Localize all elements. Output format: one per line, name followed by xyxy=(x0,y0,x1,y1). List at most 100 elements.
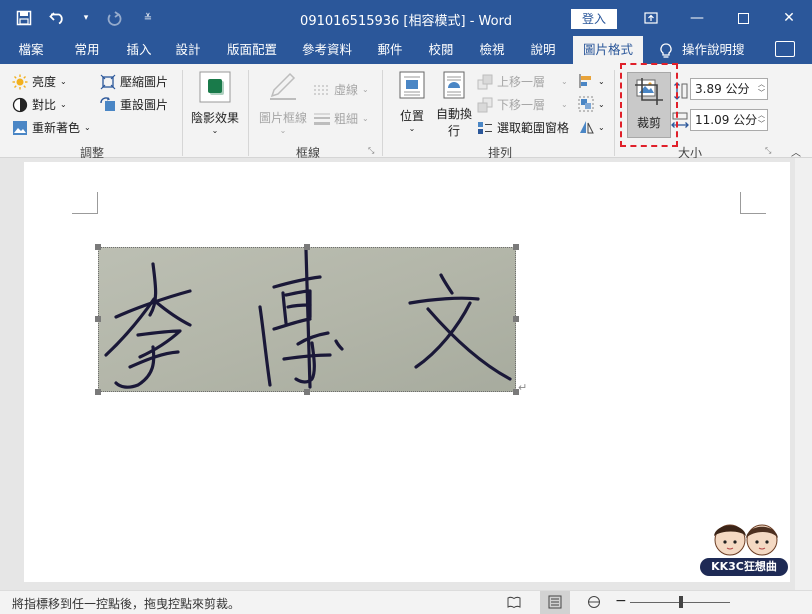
redo-icon xyxy=(104,8,124,28)
title-bar: ▾ ≚ 091016515936 [相容模式] - Word 登入 — ✕ xyxy=(0,0,812,36)
resize-handle-l[interactable] xyxy=(95,316,101,322)
crop-highlight-frame xyxy=(620,63,678,147)
compress-label: 壓縮圖片 xyxy=(120,75,169,89)
contrast-button[interactable]: 對比 ⌄ xyxy=(12,96,67,113)
print-layout-button[interactable] xyxy=(540,591,570,614)
undo-dropdown-icon[interactable]: ▾ xyxy=(82,8,90,28)
height-spinner[interactable]: ︿ ﹀ xyxy=(758,80,765,98)
zoom-out-button[interactable]: − xyxy=(615,593,627,609)
recolor-button[interactable]: 重新著色 ⌄ xyxy=(12,119,91,136)
pencil-icon xyxy=(266,70,300,105)
position-icon xyxy=(398,70,426,103)
tell-me-box[interactable]: 操作說明搜 xyxy=(660,36,745,64)
ribbon-display-options-icon[interactable] xyxy=(628,0,674,36)
watermark-logo: KK3C狂想曲 xyxy=(700,524,788,580)
dashes-label: 虛線 xyxy=(334,83,359,97)
height-input[interactable]: 3.89 公分 ︿ ﹀ xyxy=(690,78,768,100)
weight-icon xyxy=(314,111,330,127)
customize-qat-icon[interactable]: ≚ xyxy=(138,8,158,28)
tab-layout[interactable]: 版面配置 xyxy=(219,36,285,64)
height-value: 3.89 公分 xyxy=(695,82,750,96)
tab-mailings[interactable]: 郵件 xyxy=(365,36,415,64)
resize-handle-bl[interactable] xyxy=(95,389,101,395)
width-spinner[interactable]: ︿ ﹀ xyxy=(758,111,765,129)
resize-handle-t[interactable] xyxy=(304,244,310,250)
document-page: ↵ KK3C狂想曲 xyxy=(24,162,790,582)
quick-access-toolbar: ▾ ≚ xyxy=(14,8,158,28)
comments-icon[interactable] xyxy=(775,41,795,57)
brightness-label: 亮度 xyxy=(32,75,57,89)
watermark-text: KK3C狂想曲 xyxy=(700,558,788,576)
shadow-effects-label: 陰影效果 xyxy=(190,111,239,125)
weight-button: 粗細 ⌄ xyxy=(314,110,369,127)
width-value: 11.09 公分 xyxy=(695,113,758,127)
tab-design[interactable]: 設計 xyxy=(163,36,213,64)
group-button[interactable]: ⌄ xyxy=(578,96,605,112)
position-label: 位置 xyxy=(399,109,424,123)
border-launcher-icon[interactable]: ⤡ xyxy=(368,146,374,156)
dashes-button: 虛線 ⌄ xyxy=(314,81,369,98)
picture-border-button: 圖片框線 ⌄ xyxy=(256,70,310,135)
save-icon[interactable] xyxy=(14,8,34,28)
compress-pictures-button[interactable]: 壓縮圖片 xyxy=(100,73,168,90)
document-area: ↵ KK3C狂想曲 xyxy=(0,158,812,590)
align-icon xyxy=(578,73,594,89)
recolor-icon xyxy=(12,120,28,136)
resize-handle-tr[interactable] xyxy=(513,244,519,250)
width-input[interactable]: 11.09 公分 ︿ ﹀ xyxy=(690,109,768,131)
reset-picture-button[interactable]: 重設圖片 xyxy=(100,96,168,113)
collapse-ribbon-icon[interactable]: ︿ xyxy=(791,144,801,159)
tab-insert[interactable]: 插入 xyxy=(114,36,164,64)
margin-corner-right xyxy=(740,192,766,214)
send-backward-button: 下移一層 ⌄ xyxy=(477,96,568,113)
close-icon[interactable]: ✕ xyxy=(766,0,812,36)
contrast-label: 對比 xyxy=(32,98,57,112)
recolor-label: 重新著色 xyxy=(32,121,81,135)
lightbulb-icon xyxy=(660,36,672,64)
selection-pane-icon xyxy=(477,120,493,136)
sun-icon xyxy=(12,74,28,90)
resize-handle-tl[interactable] xyxy=(95,244,101,250)
send-backward-label: 下移一層 xyxy=(497,98,546,112)
margin-corner-left xyxy=(72,192,98,214)
send-backward-icon xyxy=(477,97,493,113)
undo-icon[interactable] xyxy=(48,8,68,28)
wrap-text-button[interactable]: 自動換 行 xyxy=(432,70,476,139)
align-button[interactable]: ⌄ xyxy=(578,73,605,89)
tab-review[interactable]: 校閱 xyxy=(416,36,466,64)
resize-handle-r[interactable] xyxy=(513,316,519,322)
selection-border xyxy=(98,247,516,392)
shadow-effects-button[interactable]: 陰影效果 ⌄ xyxy=(188,70,242,135)
wrap-text-icon xyxy=(440,70,468,103)
tab-references[interactable]: 參考資料 xyxy=(294,36,360,64)
rotate-button[interactable]: ⌄ xyxy=(578,119,605,135)
reset-picture-label: 重設圖片 xyxy=(120,98,169,112)
vertical-scrollbar[interactable] xyxy=(795,158,812,590)
picture-border-label: 圖片框線 xyxy=(258,111,307,125)
selection-pane-button[interactable]: 選取範圍窗格 xyxy=(477,119,569,136)
dashes-icon xyxy=(314,82,330,98)
read-mode-icon[interactable] xyxy=(507,595,521,612)
signature-image[interactable]: ↵ xyxy=(95,244,527,395)
rotate-icon xyxy=(578,119,594,135)
weight-label: 粗細 xyxy=(334,112,359,126)
zoom-slider-thumb[interactable] xyxy=(679,596,683,608)
status-bar: 將指標移到任一控點後，拖曳控點來剪裁。 − xyxy=(0,590,812,614)
tab-view[interactable]: 檢視 xyxy=(467,36,517,64)
tab-home[interactable]: 常用 xyxy=(62,36,112,64)
web-layout-icon[interactable] xyxy=(587,595,601,612)
size-launcher-icon[interactable]: ⤡ xyxy=(765,146,771,156)
status-message: 將指標移到任一控點後，拖曳控點來剪裁。 xyxy=(12,597,241,611)
resize-handle-b[interactable] xyxy=(304,389,310,395)
minimize-icon[interactable]: — xyxy=(674,0,720,36)
group-icon xyxy=(578,96,594,112)
bring-forward-button: 上移一層 ⌄ xyxy=(477,73,568,90)
maximize-icon[interactable] xyxy=(720,0,766,36)
tab-picture-format[interactable]: 圖片格式 xyxy=(573,36,643,64)
tab-help[interactable]: 說明 xyxy=(518,36,568,64)
shadow-effects-icon xyxy=(198,70,232,107)
signin-button[interactable]: 登入 xyxy=(571,9,617,29)
position-button[interactable]: 位置 ⌄ xyxy=(390,70,434,133)
brightness-button[interactable]: 亮度 ⌄ xyxy=(12,73,67,90)
tab-file[interactable]: 檔案 xyxy=(6,36,56,64)
